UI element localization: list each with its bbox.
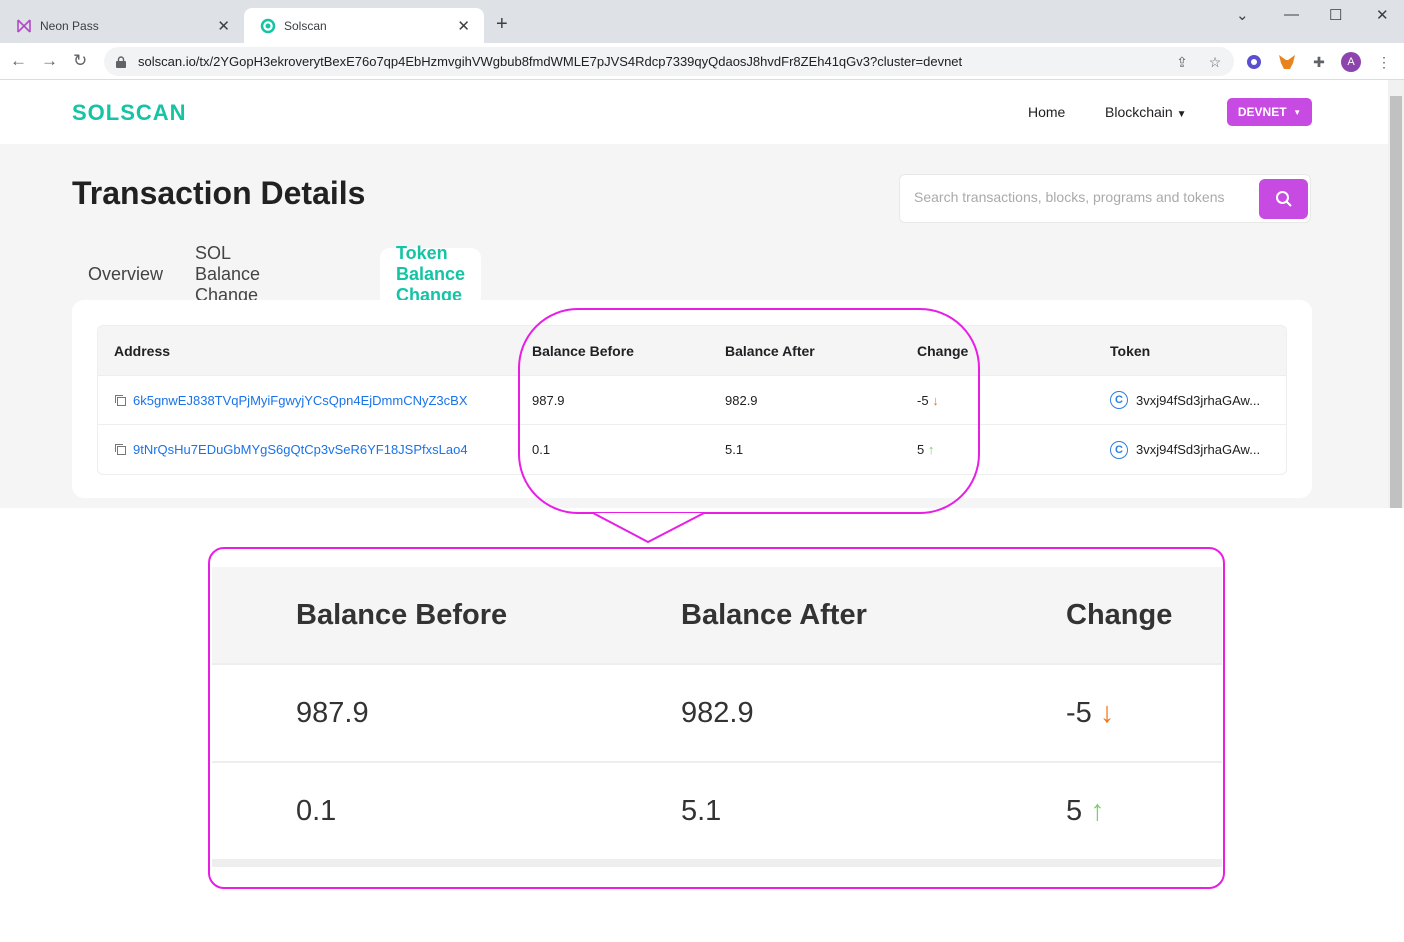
arrow-up-icon: ↑ [1090,794,1105,827]
caret-down-icon: ▼ [1176,109,1187,120]
url-field[interactable]: solscan.io/tx/2YGopH3ekroverytBexE76o7qp… [104,47,1234,76]
address-cell: 9tNrQsHu7EDuGbMYgS6gQtCp3vSeR6YF18JSPfxs… [114,425,468,474]
tab-overview[interactable]: Overview [72,248,179,300]
new-tab-icon[interactable]: + [496,14,508,34]
search-icon [1275,191,1292,207]
browser-tab-neon-pass[interactable]: Neon Pass ✕ [0,8,244,43]
highlight-callout-bubble [518,308,980,514]
browser-tab-solscan[interactable]: Solscan ✕ [244,8,484,43]
token-icon: C [1110,391,1128,409]
url-text: solscan.io/tx/2YGopH3ekroverytBexE76o7qp… [138,54,963,69]
minimize-icon[interactable]: — [1284,6,1299,23]
address-link[interactable]: 9tNrQsHu7EDuGbMYgS6gQtCp3vSeR6YF18JSPfxs… [133,442,468,457]
token-cell: C 3vxj94fSd3jrhaGAw... [1110,425,1260,474]
arrow-down-icon: ↓ [1099,696,1115,729]
extensions-puzzle-icon[interactable]: ✚ [1309,52,1329,72]
copy-icon[interactable] [114,394,127,407]
search-input[interactable] [914,189,1254,205]
menu-kebab-icon[interactable]: ⋮ [1374,52,1394,72]
lock-icon [116,55,126,68]
network-label: DEVNET [1237,105,1287,119]
zoom-column-header: Change [1066,598,1173,631]
zoom-change-cell: -5 ↓ [1066,665,1114,761]
zoom-balance-after: 982.9 [681,696,754,729]
token-cell: C 3vxj94fSd3jrhaGAw... [1110,376,1260,424]
metamask-fox-icon[interactable] [1277,52,1297,72]
zoom-balance-after: 5.1 [681,794,722,827]
zoom-table-header: Balance Before Balance After Change [212,567,1222,665]
solscan-favicon-icon [260,18,276,34]
page-title: Transaction Details [72,175,366,211]
zoomed-balance-panel: Balance Before Balance After Change 987.… [208,547,1225,889]
token-icon: C [1110,440,1128,459]
extension-icon[interactable] [1244,52,1264,72]
nav-blockchain-label: Blockchain [1105,104,1173,120]
tab-search-chevron-icon[interactable]: ⌄ [1236,6,1249,24]
token-link[interactable]: 3vxj94fSd3jrhaGAw... [1136,393,1260,408]
tab-title: Solscan [284,18,327,33]
profile-avatar[interactable]: A [1341,52,1361,72]
browser-tab-bar: Neon Pass ✕ Solscan ✕ + ⌄ — ☐ ✕ [0,0,1404,43]
site-header: SOLSCAN Home Blockchain ▼ DEVNET ▼ [0,80,1388,144]
maximize-icon[interactable]: ☐ [1329,6,1342,24]
close-tab-icon[interactable]: ✕ [217,17,230,35]
address-bar: ← → ↻ solscan.io/tx/2YGopH3ekroverytBexE… [0,43,1404,80]
caret-down-icon: ▼ [1293,107,1302,117]
tab-token-balance-change[interactable]: Token Balance Change [380,243,482,305]
bookmark-star-icon[interactable]: ☆ [1205,52,1225,72]
network-selector-button[interactable]: DEVNET ▼ [1227,98,1312,126]
scrollbar-thumb[interactable] [1390,96,1402,508]
zoom-column-header: Balance After [681,598,867,631]
nav-home[interactable]: Home [1028,104,1065,120]
search-box [899,174,1311,223]
zoomed-table: Balance Before Balance After Change 987.… [212,567,1222,867]
address-link[interactable]: 6k5gnwEJ838TVqPjMyiFgwyjYCsQpn4EjDmmCNyZ… [133,393,468,408]
zoom-column-header: Balance Before [296,598,508,631]
zoom-balance-before: 0.1 [296,794,337,827]
reload-icon[interactable]: ↻ [73,51,87,71]
close-window-icon[interactable]: ✕ [1376,6,1389,24]
zoom-change-value: 5 [1066,794,1083,827]
share-icon[interactable]: ⇪ [1172,52,1192,72]
search-button[interactable] [1259,179,1308,219]
tab-sol-balance-change[interactable]: SOL Balance Change [179,243,276,305]
zoom-table-bottom-border [212,861,1222,867]
page-scrollbar[interactable] [1388,80,1404,508]
solscan-logo[interactable]: SOLSCAN [72,100,187,126]
zoom-table-row: 0.1 5.1 5 ↑ [212,763,1222,861]
zoom-change-cell: 5 ↑ [1066,763,1105,859]
nav-blockchain[interactable]: Blockchain ▼ [1105,104,1187,120]
callout-pointer [592,512,705,544]
zoom-change-value: -5 [1066,696,1092,729]
column-header: Token [1110,342,1151,359]
neon-pass-favicon-icon [16,18,32,34]
address-cell: 6k5gnwEJ838TVqPjMyiFgwyjYCsQpn4EjDmmCNyZ… [114,376,468,424]
close-tab-icon[interactable]: ✕ [457,17,470,35]
token-link[interactable]: 3vxj94fSd3jrhaGAw... [1136,442,1260,457]
column-header: Address [114,342,171,359]
zoom-balance-before: 987.9 [296,696,369,729]
zoom-table-row: 987.9 982.9 -5 ↓ [212,665,1222,763]
back-icon[interactable]: ← [10,51,27,71]
tab-title: Neon Pass [40,18,99,33]
copy-icon[interactable] [114,443,127,456]
forward-icon[interactable]: → [41,51,58,71]
